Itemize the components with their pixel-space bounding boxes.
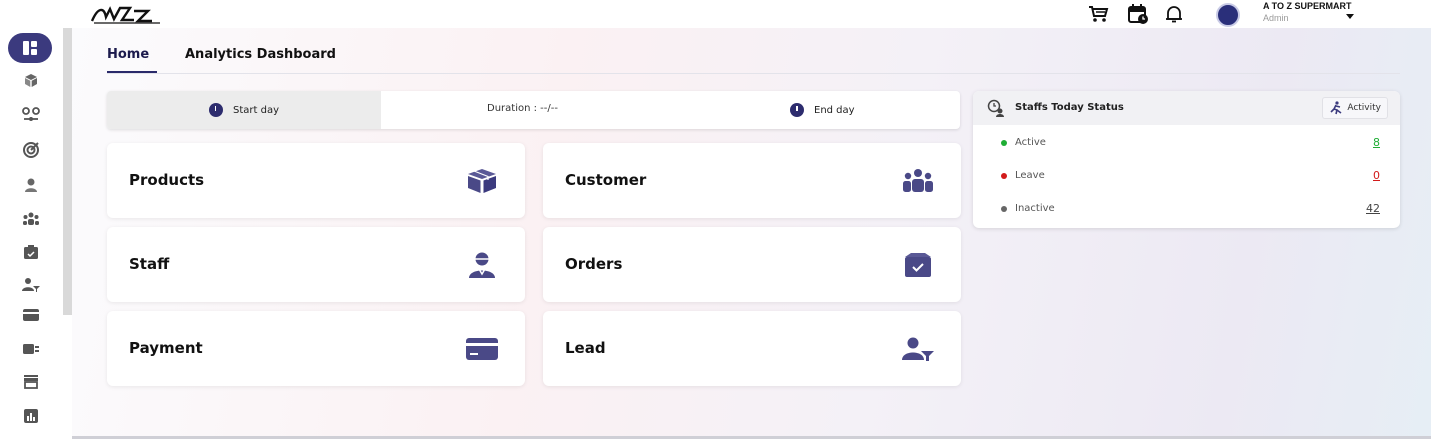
status-dot <box>1001 173 1007 179</box>
divider <box>107 73 1400 74</box>
staff-clock-icon <box>987 99 1004 117</box>
sidebar-item-goals[interactable] <box>20 139 42 161</box>
sidebar-item-leads[interactable] <box>20 274 42 296</box>
calendar-clock-icon[interactable] <box>1127 3 1149 25</box>
running-person-icon <box>1330 101 1342 115</box>
tab-analytics-dashboard[interactable]: Analytics Dashboard <box>185 47 336 62</box>
card-title: Products <box>129 171 205 189</box>
card-title: Orders <box>565 255 623 273</box>
lead-icon <box>901 335 935 363</box>
status-count[interactable]: 42 <box>1366 202 1380 215</box>
tab-home[interactable]: Home <box>107 47 149 62</box>
sidebar-item-products[interactable] <box>20 69 42 91</box>
end-day-label: End day <box>814 104 855 116</box>
end-day-button[interactable]: End day <box>790 91 855 129</box>
sidebar-item-cards[interactable] <box>20 338 42 360</box>
card-title: Payment <box>129 339 203 357</box>
payment-card-icon <box>23 309 39 321</box>
user-name[interactable]: A TO Z SUPERMART <box>1263 1 1352 11</box>
bell-icon[interactable] <box>1163 3 1185 25</box>
card-customer[interactable]: Customer <box>543 143 961 218</box>
sidebar-item-staff[interactable] <box>20 174 42 196</box>
card-title: Staff <box>129 255 170 273</box>
status-label: Leave <box>1015 170 1045 181</box>
card-staff[interactable]: Staff <box>107 227 525 302</box>
start-day-button[interactable]: Start day <box>107 91 381 129</box>
status-row-inactive: Inactive 42 <box>973 195 1400 225</box>
sidebar-scrollbar[interactable] <box>63 28 72 315</box>
report-icon <box>24 409 38 423</box>
activity-label: Activity <box>1347 103 1381 113</box>
sidebar-item-network[interactable] <box>20 104 42 126</box>
id-card-icon <box>23 344 39 354</box>
panel-header: Staffs Today Status Activity <box>973 91 1400 125</box>
status-dot <box>1001 140 1007 146</box>
box-icon <box>465 167 499 195</box>
status-dot <box>1001 206 1007 212</box>
sidebar-item-orders[interactable] <box>20 241 42 263</box>
clock-icon <box>208 103 223 117</box>
dashboard-icon <box>23 41 37 55</box>
status-label: Active <box>1015 137 1046 148</box>
cart-icon[interactable] <box>1087 3 1109 25</box>
orders-icon <box>24 245 38 259</box>
panel-title: Staffs Today Status <box>1015 102 1124 113</box>
status-row-leave: Leave 0 <box>973 162 1400 192</box>
customers-icon <box>23 212 39 225</box>
user-role: Admin <box>1263 13 1289 23</box>
box-icon <box>25 74 37 87</box>
attendance-bar: Start day Duration : --/-- End day <box>107 91 960 129</box>
card-payment[interactable]: Payment <box>107 311 525 386</box>
sidebar-item-customers[interactable] <box>20 208 42 230</box>
orders-icon <box>901 251 935 279</box>
staff-icon <box>25 178 37 192</box>
store-icon <box>24 375 38 389</box>
sidebar-item-dashboard[interactable] <box>8 33 52 63</box>
activity-button[interactable]: Activity <box>1322 97 1388 119</box>
sidebar-item-store[interactable] <box>20 370 42 392</box>
sidebar-item-reports[interactable] <box>20 405 42 427</box>
duration-text: Duration : --/-- <box>487 103 558 114</box>
payment-card-icon <box>465 335 499 363</box>
sidebar-item-payments[interactable] <box>20 304 42 326</box>
card-orders[interactable]: Orders <box>543 227 961 302</box>
top-bar: A TO Z SUPERMART Admin <box>0 0 1431 28</box>
status-count[interactable]: 8 <box>1373 136 1380 149</box>
staff-icon <box>465 251 499 279</box>
card-lead[interactable]: Lead <box>543 311 961 386</box>
customers-icon <box>901 167 935 195</box>
lead-icon <box>22 278 40 292</box>
card-products[interactable]: Products <box>107 143 525 218</box>
card-title: Customer <box>565 171 647 189</box>
status-row-active: Active 8 <box>973 129 1400 159</box>
avatar[interactable] <box>1216 3 1240 27</box>
start-day-label: Start day <box>232 104 279 116</box>
status-count[interactable]: 0 <box>1373 169 1380 182</box>
brand-logo[interactable] <box>90 3 166 25</box>
sidebar <box>0 28 62 439</box>
target-icon <box>23 142 39 158</box>
people-link-icon <box>22 107 40 121</box>
chevron-down-icon[interactable] <box>1346 14 1354 19</box>
clock-icon <box>790 103 804 117</box>
card-title: Lead <box>565 339 606 357</box>
status-label: Inactive <box>1015 203 1055 214</box>
staff-status-panel: Staffs Today Status Activity Active 8 Le… <box>973 91 1400 228</box>
